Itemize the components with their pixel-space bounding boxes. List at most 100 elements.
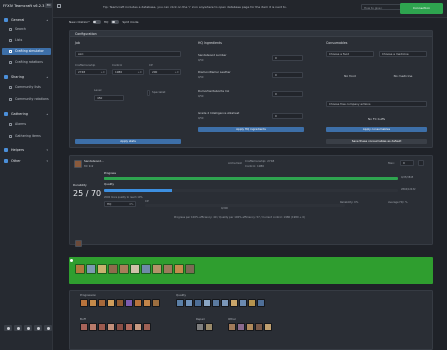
action-icon[interactable]: [194, 299, 202, 307]
rotation-step[interactable]: [174, 264, 184, 274]
hq-target-input[interactable]: HQ 0%: [104, 201, 136, 207]
rotation-step[interactable]: [185, 264, 195, 274]
github-icon[interactable]: [24, 325, 32, 331]
action-icon[interactable]: [257, 299, 265, 307]
action-icon[interactable]: [203, 299, 211, 307]
ingredient-count: 0/50: [198, 117, 204, 120]
action-icon[interactable]: [264, 323, 272, 331]
sidebar-item-search[interactable]: Search: [2, 26, 51, 33]
sidebar-item-label: Gathering items: [15, 134, 41, 138]
action-icon[interactable]: [239, 299, 247, 307]
sidebar-item-gathering-items[interactable]: Gathering items: [2, 133, 51, 140]
action-icon[interactable]: [89, 323, 97, 331]
configuration-panel: Configuration Job ALC Craftsmanship 2748…: [69, 30, 433, 148]
specialist-checkbox[interactable]: [147, 90, 150, 96]
craftsmanship-input[interactable]: 2748 +0: [75, 69, 107, 75]
apply-hq-ingredients-button[interactable]: Apply HQ ingredients: [198, 127, 304, 132]
action-icon[interactable]: [143, 299, 151, 307]
save-default-consumables-button[interactable]: Save these consumables as default: [326, 139, 427, 144]
action-icon[interactable]: [237, 323, 245, 331]
craftsmanship-bonus: +0: [100, 71, 105, 74]
nav-group-sharing[interactable]: Sharing ▴: [2, 74, 51, 81]
cp-input[interactable]: 200 +0: [149, 69, 181, 75]
action-icon[interactable]: [152, 299, 160, 307]
ingredient-hq-input[interactable]: 0: [272, 55, 303, 61]
nav-group-label: Other: [11, 159, 21, 163]
food-select[interactable]: Choose a food: [326, 51, 374, 57]
action-icon[interactable]: [246, 323, 254, 331]
split-mode-toggle[interactable]: [111, 20, 120, 24]
rotation-step[interactable]: [163, 264, 173, 274]
hq-toggle[interactable]: [92, 20, 101, 24]
nav-group-label: General: [11, 18, 25, 22]
action-icon[interactable]: [221, 299, 229, 307]
max-input[interactable]: 0: [400, 160, 414, 166]
nav-group-general[interactable]: General ▴: [2, 17, 51, 24]
action-icon[interactable]: [80, 299, 88, 307]
apply-stats-button[interactable]: Apply stats: [75, 139, 181, 144]
login-button[interactable]: Connection: [400, 3, 443, 14]
control-input[interactable]: 1980 +0: [112, 69, 144, 75]
twitter-icon[interactable]: [4, 325, 12, 331]
action-icon[interactable]: [205, 323, 213, 331]
rotation-step[interactable]: [119, 264, 129, 274]
rotation-step[interactable]: [141, 264, 151, 274]
action-icon[interactable]: [116, 323, 124, 331]
ingredient-hq-input[interactable]: 0: [272, 113, 303, 119]
sidebar-item-lists[interactable]: Lists: [2, 37, 51, 44]
language-select[interactable]: EN: [45, 3, 52, 8]
action-icon[interactable]: [89, 299, 97, 307]
action-icon[interactable]: [230, 299, 238, 307]
action-icon[interactable]: [212, 299, 220, 307]
nav-group-other[interactable]: Other ▾: [2, 158, 51, 165]
medicine-select[interactable]: Choose a medicine: [379, 51, 427, 57]
rotation-step[interactable]: [97, 264, 107, 274]
sidebar-item-crafting-simulator[interactable]: Crafting simulator: [2, 48, 51, 55]
action-icon[interactable]: [248, 299, 256, 307]
level-input[interactable]: 450: [94, 95, 124, 101]
info-icon[interactable]: [44, 325, 52, 331]
action-icon[interactable]: [196, 323, 204, 331]
configuration-header[interactable]: Configuration: [70, 31, 432, 37]
action-icon[interactable]: [98, 323, 106, 331]
action-icon[interactable]: [98, 299, 106, 307]
rotation-step[interactable]: [86, 264, 96, 274]
nav-group-gathering[interactable]: Gathering ▴: [2, 111, 51, 118]
sidebar-item-community-rotations[interactable]: Community rotations: [2, 96, 51, 103]
max-checkbox[interactable]: [418, 160, 424, 166]
ingredient-name: Dumortieriteborite Ink: [198, 89, 230, 93]
sidebar-item-crafting-rotations[interactable]: Crafting rotations: [2, 59, 51, 66]
action-icon[interactable]: [125, 323, 133, 331]
action-icon[interactable]: [116, 299, 124, 307]
progression-label: Progression: [80, 293, 97, 297]
rotation-step[interactable]: [75, 264, 85, 274]
action-icon[interactable]: [107, 323, 115, 331]
fc-actions-select[interactable]: Choose free company actions: [326, 101, 427, 107]
rotation-name[interactable]: New rotation*: [69, 20, 90, 24]
rotation-step[interactable]: [130, 264, 140, 274]
action-icon[interactable]: [255, 323, 263, 331]
apply-consumables-button[interactable]: Apply consumables: [326, 127, 427, 132]
action-icon[interactable]: [134, 323, 142, 331]
action-icon[interactable]: [107, 299, 115, 307]
job-select[interactable]: ALC: [75, 51, 181, 57]
action-icon[interactable]: [185, 299, 193, 307]
discord-icon[interactable]: [14, 325, 22, 331]
action-icon[interactable]: [134, 299, 142, 307]
sidebar-item-community-lists[interactable]: Community lists: [2, 84, 51, 91]
rotation-step[interactable]: [108, 264, 118, 274]
action-icon[interactable]: [228, 323, 236, 331]
rotation-step[interactable]: [152, 264, 162, 274]
menu-toggle[interactable]: [57, 4, 61, 8]
sidebar-item-alarms[interactable]: Alarms: [2, 121, 51, 128]
add-action-icon[interactable]: [75, 240, 82, 247]
action-icon[interactable]: [125, 299, 133, 307]
patreon-icon[interactable]: [34, 325, 42, 331]
nav-group-helpers[interactable]: Helpers ▾: [2, 147, 51, 154]
action-icon[interactable]: [176, 299, 184, 307]
action-icon[interactable]: [80, 323, 88, 331]
ingredient-hq-input[interactable]: 0: [272, 72, 303, 78]
search-input[interactable]: How to give i: [361, 4, 403, 10]
action-icon[interactable]: [143, 323, 151, 331]
ingredient-hq-input[interactable]: 0: [272, 91, 303, 97]
